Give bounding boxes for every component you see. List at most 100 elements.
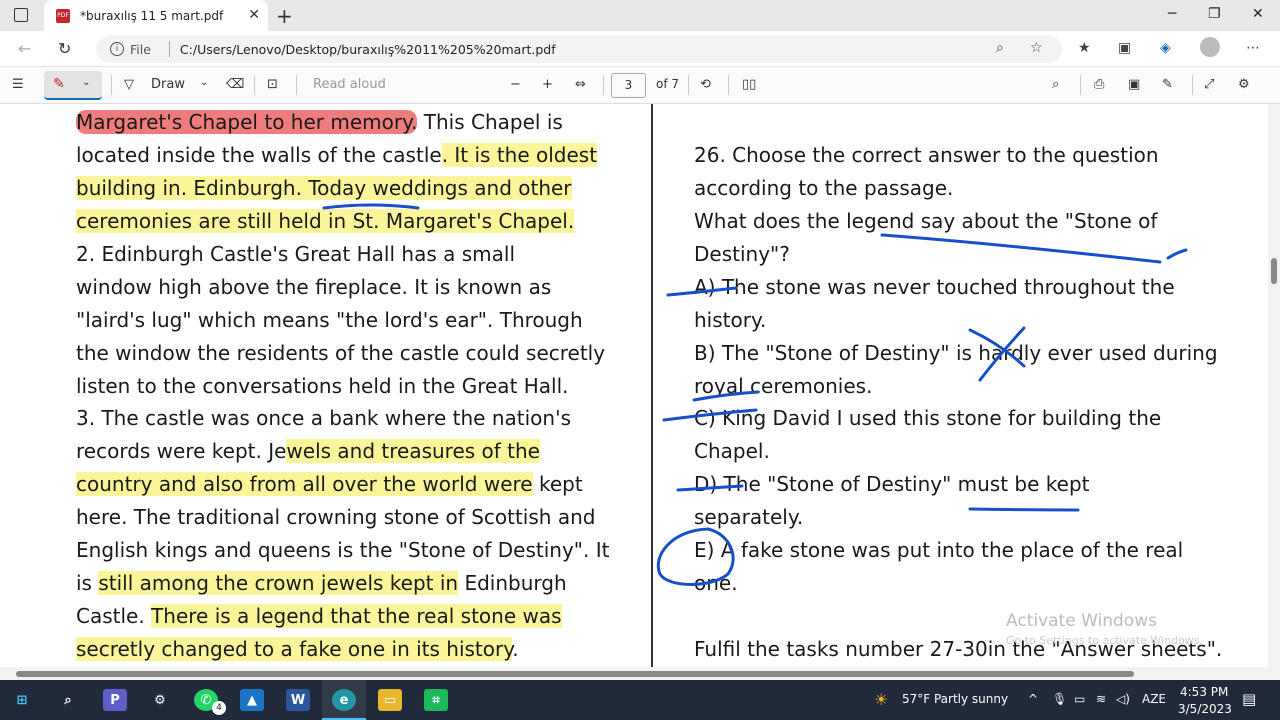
wifi-icon[interactable]: ≋	[1096, 692, 1106, 706]
print-icon[interactable]: ⎙	[1094, 77, 1104, 92]
calculator-icon[interactable]: ⌗	[424, 689, 448, 711]
notifications-icon[interactable]: ▤	[1242, 690, 1256, 708]
save-as-icon[interactable]: ✎	[1162, 77, 1173, 92]
tab-pdf[interactable]: PDF *buraxılış 11 5 mart.pdf ✕	[44, 0, 268, 31]
highlighted-text: There is a legend that the real stone wa…	[151, 604, 562, 628]
passage-text: Edinburgh	[458, 571, 567, 595]
ink-underline	[968, 507, 1080, 512]
microphone-icon[interactable]: 🎙	[1052, 692, 1067, 706]
settings-icon[interactable]: ⚙	[1238, 77, 1250, 92]
language-indicator[interactable]: AZE	[1142, 692, 1166, 706]
weather-icon[interactable]: ☀	[874, 690, 888, 709]
weather-text[interactable]: 57°F Partly sunny	[902, 692, 1008, 706]
clock-date[interactable]: 3/5/2023	[1178, 702, 1232, 716]
question-line: Destiny"?	[694, 242, 790, 266]
fullscreen-icon[interactable]: ⤢	[1204, 77, 1214, 92]
active-app-indicator	[322, 680, 366, 720]
restore-icon[interactable]: ❐	[1208, 6, 1221, 22]
chevron-down-icon: ⌄	[82, 77, 91, 88]
vertical-scroll-thumb[interactable]	[1271, 258, 1277, 284]
tab-actions-icon[interactable]	[14, 8, 28, 22]
zoom-out-icon[interactable]: −	[510, 77, 521, 92]
horizontal-scrollbar[interactable]	[0, 667, 1280, 680]
highlighted-text: still among the crown jewels kept in	[98, 571, 459, 595]
passage-text: located inside the walls of the castle	[76, 143, 442, 167]
start-icon[interactable]: ⊞	[10, 689, 34, 711]
contents-icon[interactable]: ☰	[12, 77, 24, 92]
info-icon[interactable]: i	[110, 42, 124, 56]
clock-time[interactable]: 4:53 PM	[1180, 685, 1228, 699]
page-view-icon[interactable]: ▯▯	[742, 77, 756, 92]
refresh-icon[interactable]: ↻	[58, 39, 71, 58]
url-field[interactable]: i File C:/Users/Lenovo/Desktop/buraxılış…	[96, 35, 1062, 63]
file-explorer-icon[interactable]: ▭	[378, 689, 402, 711]
toolbar-divider	[296, 75, 297, 95]
favorites-icon[interactable]: ★	[1078, 40, 1091, 56]
back-icon[interactable]: ←	[18, 39, 31, 58]
network-icon[interactable]: ▭	[1074, 692, 1085, 706]
app-p-icon[interactable]: P	[103, 689, 127, 711]
browser-essentials-icon[interactable]: ◈	[1160, 40, 1171, 56]
eraser-icon[interactable]: ⌫	[226, 77, 244, 92]
close-tab-icon[interactable]: ✕	[248, 7, 260, 23]
ink-underline	[880, 233, 1162, 264]
page-number-input[interactable]: 3	[611, 73, 646, 98]
passage-line: 3. The castle was once a bank where the …	[76, 406, 571, 430]
passage-line: here. The traditional crowning stone of …	[76, 505, 596, 529]
answer-option-a: A) The stone was never touched throughou…	[694, 275, 1175, 299]
photos-icon[interactable]: ▲	[240, 689, 264, 711]
vertical-scrollbar[interactable]	[1268, 104, 1280, 667]
passage-line: Castle. There is a legend that the real …	[76, 604, 562, 628]
pdf-page-view[interactable]: Margaret's Chapel to her memory. This Ch…	[0, 104, 1268, 667]
zoom-in-icon[interactable]: +	[542, 77, 553, 92]
toolbar-divider	[728, 75, 729, 95]
passage-line: Margaret's Chapel to her memory. This Ch…	[76, 110, 563, 134]
passage-line: located inside the walls of the castle. …	[76, 143, 598, 167]
url-text: C:/Users/Lenovo/Desktop/buraxılış%2011%2…	[179, 41, 556, 57]
add-favorite-icon[interactable]: ☆	[1030, 40, 1043, 56]
new-tab-icon[interactable]: +	[276, 4, 293, 28]
passage-text: records were kept. Je	[76, 439, 287, 463]
passage-text: kept	[532, 472, 583, 496]
passage-line: the window the residents of the castle c…	[76, 341, 606, 365]
search-icon[interactable]: ⌕	[1052, 77, 1059, 92]
answer-option-e: E) A fake stone was put into the place o…	[694, 538, 1184, 562]
highlighted-text: . Today weddings and other	[295, 176, 572, 200]
activate-windows-subtitle: Go to Settings to activate Windows.	[1006, 634, 1204, 647]
minimize-icon[interactable]: ─	[1168, 6, 1176, 22]
horizontal-scroll-thumb[interactable]	[16, 671, 1134, 677]
word-icon[interactable]: W	[286, 689, 310, 711]
fit-to-width-icon[interactable]: ⇔	[575, 77, 586, 92]
draw-chevron-icon[interactable]: ⌄	[200, 77, 208, 88]
passage-text: .	[512, 637, 519, 661]
address-bar: ← ↻ i File C:/Users/Lenovo/Desktop/burax…	[0, 31, 1280, 67]
show-hidden-icons-icon[interactable]: ^	[1028, 692, 1038, 706]
zoom-icon[interactable]: ⌕	[996, 40, 1004, 56]
rotate-icon[interactable]: ⟲	[700, 77, 711, 92]
passage-line: listen to the conversations held in the …	[76, 374, 569, 398]
save-icon[interactable]: ▣	[1128, 77, 1140, 92]
answer-option-b: B) The "Stone of Destiny" is hardly ever…	[694, 341, 1218, 365]
toolbar-divider	[1192, 75, 1193, 95]
draw-icon: ▽	[124, 77, 134, 92]
passage-line: is still among the crown jewels kept in …	[76, 571, 567, 595]
profile-avatar[interactable]	[1200, 37, 1220, 57]
pdf-toolbar: ☰ ✎ ⌄ ▽ Draw ⌄ ⌫ ⊡ Read aloud − + ⇔ 3 of…	[0, 67, 1280, 104]
text-box-icon[interactable]: ⊡	[267, 77, 278, 92]
page-total-label: of 7	[656, 77, 680, 91]
toolbar-divider	[111, 75, 112, 95]
highlighted-text: secretly changed to a fake one in its hi…	[76, 637, 513, 661]
windows-taskbar: ⊞ ⌕ P ⚙ ✆ 4 ▲ W e ▭ ⌗ ☀ 57°F Partly sunn…	[0, 680, 1280, 720]
url-scheme-label: File	[130, 41, 151, 57]
search-taskbar-icon[interactable]: ⌕	[56, 689, 80, 711]
read-aloud-button[interactable]: Read aloud	[313, 77, 386, 92]
answer-option-c: Chapel.	[694, 439, 770, 463]
volume-icon[interactable]: ◁)	[1116, 692, 1130, 706]
answer-option-d: D) The "Stone of Destiny" must be kept	[694, 472, 1090, 496]
draw-button[interactable]: Draw	[151, 77, 185, 92]
highlight-tool-button[interactable]: ✎ ⌄	[44, 71, 102, 100]
more-menu-icon[interactable]: ⋯	[1246, 40, 1260, 56]
close-window-icon[interactable]: ✕	[1252, 6, 1264, 22]
settings-taskbar-icon[interactable]: ⚙	[148, 689, 172, 711]
collections-icon[interactable]: ▣	[1118, 40, 1131, 56]
